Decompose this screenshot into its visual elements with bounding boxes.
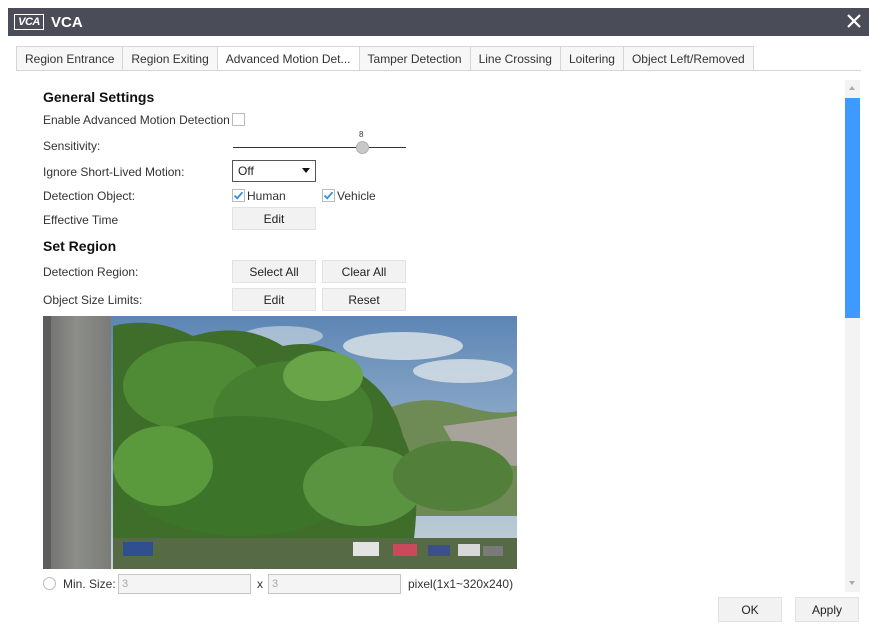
scroll-up-arrow-icon[interactable]: [849, 86, 855, 90]
tab-line-crossing[interactable]: Line Crossing: [469, 46, 560, 71]
detection-object-label: Detection Object:: [43, 189, 136, 203]
tab-advanced-motion-detection[interactable]: Advanced Motion Det...: [216, 46, 359, 71]
vehicle-checkbox[interactable]: [322, 189, 335, 202]
ignore-short-lived-select[interactable]: Off: [232, 160, 316, 182]
sensitivity-value: 8: [359, 130, 364, 139]
vca-logo-icon: VCA: [14, 14, 44, 30]
apply-button[interactable]: Apply: [795, 597, 859, 622]
tab-region-entrance[interactable]: Region Entrance: [16, 46, 123, 71]
vertical-scrollbar[interactable]: [845, 80, 860, 592]
sensitivity-slider-thumb[interactable]: [356, 141, 369, 154]
sensitivity-slider-track[interactable]: [233, 147, 406, 148]
human-label: Human: [247, 189, 286, 203]
scroll-down-arrow-icon[interactable]: [849, 581, 855, 585]
tab-bar: Region Entrance Region Exiting Advanced …: [16, 46, 754, 71]
min-size-label: Min. Size:: [63, 577, 116, 591]
ignore-short-lived-value: Off: [238, 164, 254, 178]
min-size-height-input[interactable]: 3: [268, 574, 401, 594]
sensitivity-label: Sensitivity:: [43, 139, 101, 153]
object-size-reset-button[interactable]: Reset: [322, 288, 406, 311]
window-title: VCA: [51, 13, 83, 31]
general-settings-heading: General Settings: [43, 89, 155, 105]
title-bar: VCA VCA: [8, 8, 869, 36]
min-size-x-label: x: [257, 577, 263, 591]
select-all-button[interactable]: Select All: [232, 260, 316, 283]
tab-loitering[interactable]: Loitering: [559, 46, 623, 71]
scrollbar-thumb[interactable]: [845, 98, 860, 318]
ok-button[interactable]: OK: [718, 597, 782, 622]
clear-all-button[interactable]: Clear All: [322, 260, 406, 283]
dropdown-arrow-icon: [302, 168, 310, 173]
tab-region-exiting[interactable]: Region Exiting: [122, 46, 217, 71]
tab-object-left-removed[interactable]: Object Left/Removed: [622, 46, 754, 71]
object-size-label: Object Size Limits:: [43, 293, 143, 307]
close-icon[interactable]: [843, 10, 865, 32]
vehicle-label: Vehicle: [337, 189, 376, 203]
object-size-edit-button[interactable]: Edit: [232, 288, 316, 311]
min-size-range-label: pixel(1x1~320x240): [408, 577, 514, 591]
effective-time-label: Effective Time: [43, 213, 119, 227]
set-region-heading: Set Region: [43, 238, 117, 254]
ignore-short-lived-label: Ignore Short-Lived Motion:: [43, 165, 185, 179]
camera-preview[interactable]: [43, 316, 517, 569]
effective-time-edit-button[interactable]: Edit: [232, 207, 316, 230]
enable-amd-label: Enable Advanced Motion Detection: [43, 113, 230, 127]
tab-tamper-detection[interactable]: Tamper Detection: [358, 46, 470, 71]
human-checkbox[interactable]: [232, 189, 245, 202]
camera-preview-image: [43, 316, 517, 569]
detection-region-label: Detection Region:: [43, 265, 139, 279]
tabs-divider: [16, 70, 861, 71]
enable-amd-checkbox[interactable]: [232, 113, 245, 126]
min-size-radio[interactable]: [43, 577, 56, 590]
min-size-width-input[interactable]: 3: [118, 574, 251, 594]
